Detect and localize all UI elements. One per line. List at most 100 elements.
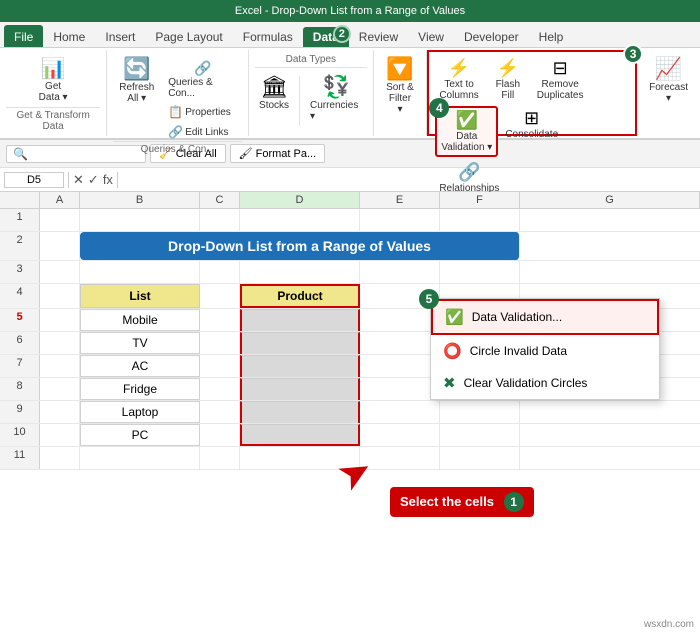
refresh-all-button[interactable]: 🔄 RefreshAll ▾	[113, 54, 160, 106]
data-validation-button[interactable]: 4 ✅ DataValidation ▾	[435, 106, 498, 157]
col-header-f[interactable]: F	[440, 192, 520, 208]
properties-button[interactable]: 📋 Properties	[164, 103, 242, 121]
cell-g3[interactable]	[520, 261, 700, 283]
cell-a5[interactable]	[40, 309, 80, 331]
tab-review[interactable]: Review	[349, 27, 408, 47]
tab-data[interactable]: Data 2	[303, 27, 349, 47]
cell-b1[interactable]	[80, 209, 200, 231]
cell-b11[interactable]	[80, 447, 200, 469]
cell-e10[interactable]	[360, 424, 440, 446]
cell-ref-input[interactable]	[4, 172, 64, 188]
formula-fx-icon[interactable]: fx	[103, 172, 113, 187]
relationships-button[interactable]: 🔗 Relationships	[435, 160, 503, 196]
cell-e8[interactable]	[360, 378, 440, 400]
cell-f1[interactable]	[440, 209, 520, 231]
col-header-a[interactable]: A	[40, 192, 80, 208]
cell-g2[interactable]	[520, 232, 700, 260]
cell-e9[interactable]	[360, 401, 440, 423]
cell-a7[interactable]	[40, 355, 80, 377]
cell-b8[interactable]: Fridge	[80, 378, 200, 400]
formula-confirm-icon[interactable]: ✓	[88, 172, 99, 188]
cell-g10[interactable]	[520, 424, 700, 446]
cell-g11[interactable]	[520, 447, 700, 469]
text-to-columns-button[interactable]: ⚡ Text toColumns	[435, 56, 482, 103]
cell-a3[interactable]	[40, 261, 80, 283]
dropdown-item-clear-circles[interactable]: ✖ Clear Validation Circles	[431, 367, 659, 399]
cell-c1[interactable]	[200, 209, 240, 231]
sort-filter-button[interactable]: 🔽 Sort &Filter ▾	[380, 54, 421, 117]
cell-d5[interactable]	[240, 309, 360, 331]
cell-d1[interactable]	[240, 209, 360, 231]
consolidate-button[interactable]: ⊞ Consolidate	[501, 106, 562, 142]
cell-b3[interactable]	[80, 261, 200, 283]
cell-d8[interactable]	[240, 378, 360, 400]
cell-c4[interactable]	[200, 284, 240, 308]
col-header-g[interactable]: G	[520, 192, 700, 208]
stocks-button[interactable]: 🏛 Stocks	[255, 72, 293, 113]
cell-a1[interactable]	[40, 209, 80, 231]
cell-e7[interactable]	[360, 355, 440, 377]
cell-c7[interactable]	[200, 355, 240, 377]
cell-a11[interactable]	[40, 447, 80, 469]
cell-a10[interactable]	[40, 424, 80, 446]
dropdown-item-data-validation[interactable]: ✅ Data Validation...	[431, 299, 659, 335]
formula-cancel-icon[interactable]: ✕	[73, 172, 84, 188]
tab-insert[interactable]: Insert	[95, 27, 145, 47]
cell-c3[interactable]	[200, 261, 240, 283]
col-header-d[interactable]: D	[240, 192, 360, 208]
cell-a6[interactable]	[40, 332, 80, 354]
cell-e5[interactable]	[360, 309, 440, 331]
col-header-e[interactable]: E	[360, 192, 440, 208]
cell-c10[interactable]	[200, 424, 240, 446]
cell-c8[interactable]	[200, 378, 240, 400]
cell-c11[interactable]	[200, 447, 240, 469]
queries-connections-button[interactable]: 🔗 Queries & Con...	[164, 58, 242, 101]
cell-f10[interactable]	[440, 424, 520, 446]
cell-b10[interactable]: PC	[80, 424, 200, 446]
cell-g1[interactable]	[520, 209, 700, 231]
cell-a2[interactable]	[40, 232, 80, 260]
col-header-c[interactable]: C	[200, 192, 240, 208]
cell-c9[interactable]	[200, 401, 240, 423]
cell-f9[interactable]	[440, 401, 520, 423]
cell-c5[interactable]	[200, 309, 240, 331]
dropdown-item-circle-invalid[interactable]: ⭕ Circle Invalid Data	[431, 335, 659, 367]
cell-f11[interactable]	[440, 447, 520, 469]
cell-d3[interactable]	[240, 261, 360, 283]
cell-b5[interactable]: Mobile	[80, 309, 200, 331]
cell-e6[interactable]	[360, 332, 440, 354]
tab-file[interactable]: File	[4, 25, 43, 47]
cell-c6[interactable]	[200, 332, 240, 354]
get-data-button[interactable]: 📊 GetData ▾	[35, 54, 72, 105]
cell-f3[interactable]	[440, 261, 520, 283]
cell-d6[interactable]	[240, 332, 360, 354]
cell-a9[interactable]	[40, 401, 80, 423]
cell-b7[interactable]: AC	[80, 355, 200, 377]
tab-formulas[interactable]: Formulas	[233, 27, 303, 47]
cell-b9[interactable]: Laptop	[80, 401, 200, 423]
cell-g9[interactable]	[520, 401, 700, 423]
tab-developer[interactable]: Developer	[454, 27, 529, 47]
cell-d9[interactable]	[240, 401, 360, 423]
cell-a8[interactable]	[40, 378, 80, 400]
cell-e1[interactable]	[360, 209, 440, 231]
cell-d7[interactable]	[240, 355, 360, 377]
tab-help[interactable]: Help	[529, 27, 574, 47]
tab-home[interactable]: Home	[43, 27, 95, 47]
format-pa-button[interactable]: 🖌 Format Pa...	[230, 144, 326, 163]
tab-page-layout[interactable]: Page Layout	[145, 27, 232, 47]
cell-a4[interactable]	[40, 284, 80, 308]
edit-links-button[interactable]: 🔗 Edit Links	[164, 123, 242, 141]
cell-b6[interactable]: TV	[80, 332, 200, 354]
col-header-b[interactable]: B	[80, 192, 200, 208]
remove-dup-icon: ⊟	[553, 58, 568, 79]
forecast-button[interactable]: 📈 Forecast▾	[643, 54, 694, 106]
cell-d10[interactable]	[240, 424, 360, 446]
currencies-button[interactable]: 💱 Currencies ▾	[306, 72, 367, 124]
cell-e3[interactable]	[360, 261, 440, 283]
cell-e11[interactable]	[360, 447, 440, 469]
remove-duplicates-button[interactable]: ⊟ RemoveDuplicates	[533, 56, 588, 103]
remove-duplicates-label: RemoveDuplicates	[537, 79, 584, 101]
tab-view[interactable]: View	[408, 27, 454, 47]
flash-fill-button[interactable]: ⚡ FlashFill	[486, 56, 530, 103]
